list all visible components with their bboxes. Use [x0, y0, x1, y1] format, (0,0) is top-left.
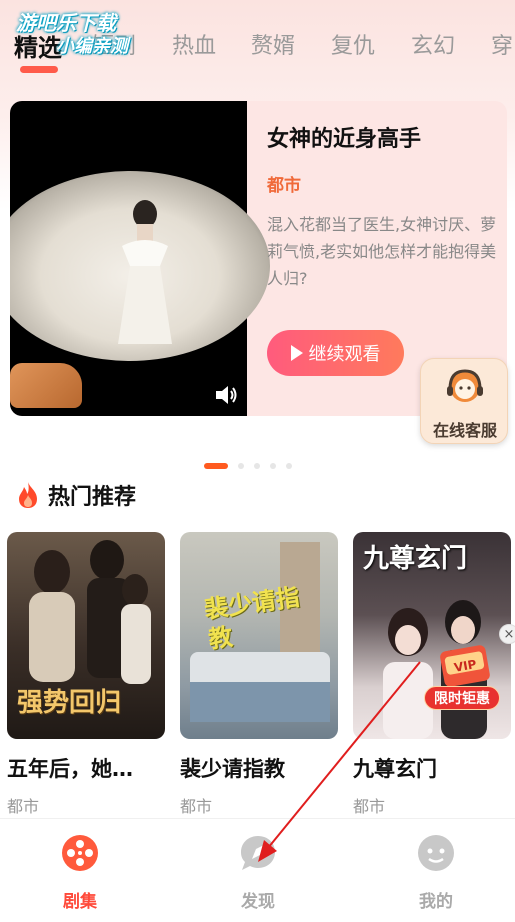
discover-icon: [238, 833, 278, 873]
online-service-button[interactable]: 在线客服: [420, 358, 508, 444]
watermark-line-2: 小编亲测: [56, 36, 128, 57]
carousel-dot[interactable]: [204, 463, 228, 469]
tab-hot-blood[interactable]: 热血: [172, 28, 216, 60]
nav-profile-label: 我的: [419, 892, 453, 912]
drama-card[interactable]: 强势回归 五年后，她… 都市: [7, 532, 165, 817]
carousel-dot[interactable]: [254, 463, 260, 469]
carousel-dot[interactable]: [238, 463, 244, 469]
limited-offer-promo[interactable]: VIP 限时钜惠: [420, 640, 510, 714]
nav-dramas[interactable]: 剧集: [30, 833, 130, 912]
poster-title-text: 强势回归: [17, 688, 122, 718]
bottom-navigation: 剧集 发现 我的: [0, 818, 515, 922]
continue-watching-button[interactable]: 继续观看: [267, 330, 404, 376]
limited-offer-label: 限时钜惠: [424, 686, 500, 710]
watermark: 游吧乐下载 小编亲测: [16, 12, 151, 62]
continue-watching-label: 继续观看: [308, 344, 381, 365]
drama-card[interactable]: 裴少请指教 裴少请指教 都市: [180, 532, 338, 817]
drama-title[interactable]: 五年后，她…: [7, 753, 165, 783]
tab-fantasy[interactable]: 玄幻: [411, 28, 455, 60]
drama-title[interactable]: 九尊玄门: [353, 753, 511, 783]
banner-genre: 都市: [267, 176, 301, 196]
nav-dramas-label: 剧集: [63, 892, 97, 912]
drama-genre: 都市: [7, 797, 40, 816]
video-preview[interactable]: [10, 101, 270, 416]
carousel-dot[interactable]: [286, 463, 292, 469]
car-image: [10, 363, 82, 408]
nav-profile[interactable]: 我的: [386, 833, 486, 912]
drama-genre: 都市: [180, 797, 213, 816]
carousel-dot[interactable]: [270, 463, 276, 469]
tab-son-in-law[interactable]: 赘婿: [251, 28, 295, 60]
headset-icon: [447, 369, 483, 402]
hot-section-title: 热门推荐: [48, 485, 137, 510]
drama-genre: 都市: [353, 797, 386, 816]
drama-poster[interactable]: 裴少请指教: [180, 532, 338, 739]
drama-poster[interactable]: 强势回归: [7, 532, 165, 739]
video-figure: [118, 200, 172, 344]
hot-section-header: 热门推荐: [16, 478, 136, 512]
banner-description: 混入花都当了医生,女神讨厌、萝莉气愤,老实如他怎样才能抱得美人归?: [267, 215, 497, 288]
vip-gift-icon: VIP: [440, 645, 490, 687]
banner-title[interactable]: 女神的近身高手: [267, 121, 421, 153]
nav-discover[interactable]: 发现: [208, 833, 308, 912]
film-reel-icon: [60, 833, 100, 873]
drama-title[interactable]: 裴少请指教: [180, 753, 338, 783]
poster-title-text: 九尊玄门: [363, 544, 468, 574]
active-tab-indicator: [20, 66, 58, 73]
watermark-line-1: 游吧乐下载: [16, 11, 116, 35]
tab-revenge[interactable]: 复仇: [331, 28, 375, 60]
online-service-label: 在线客服: [432, 421, 497, 440]
play-icon: [290, 345, 303, 361]
carousel-indicator: [204, 462, 292, 470]
profile-icon: [416, 833, 456, 873]
tab-time-travel[interactable]: 穿: [491, 28, 513, 60]
speaker-icon[interactable]: [214, 383, 240, 407]
flame-icon: [19, 482, 37, 508]
nav-discover-label: 发现: [241, 892, 275, 912]
